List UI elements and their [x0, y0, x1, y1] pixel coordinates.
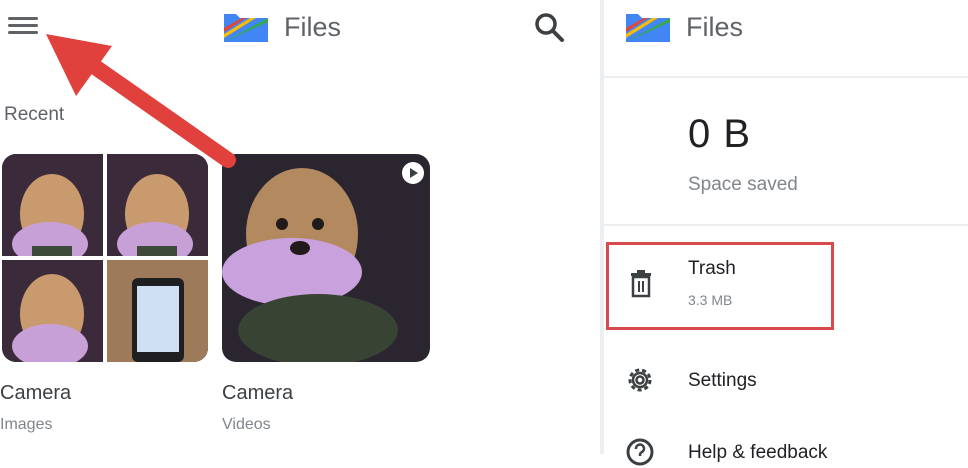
hamburger-menu-icon[interactable]	[8, 14, 38, 40]
card-title-camera-images: Camera	[0, 382, 72, 404]
space-saved-value: 0 B	[688, 112, 752, 156]
camera-images-thumbnail[interactable]	[2, 154, 208, 362]
card-subtitle-images: Images	[0, 416, 53, 433]
space-saved-label: Space saved	[688, 174, 798, 195]
help-icon	[624, 436, 656, 468]
video-play-icon	[402, 162, 424, 184]
drawer-app-title: Files	[686, 12, 744, 42]
search-icon[interactable]	[532, 10, 566, 44]
files-logo-icon	[222, 8, 270, 44]
settings-label: Settings	[688, 370, 757, 391]
trash-label: Trash	[688, 258, 736, 279]
gear-icon	[624, 364, 656, 396]
files-logo-icon	[624, 8, 672, 44]
card-subtitle-videos: Videos	[222, 416, 271, 433]
menu-item-trash[interactable]: Trash 3.3 MB	[604, 240, 968, 336]
drawer-divider-middle	[604, 224, 968, 226]
card-title-camera-videos: Camera	[222, 382, 294, 404]
menu-item-settings[interactable]: Settings	[604, 352, 968, 408]
camera-videos-thumbnail[interactable]	[222, 154, 430, 362]
section-label-recent: Recent	[4, 104, 65, 125]
menu-item-help-feedback[interactable]: Help & feedback	[604, 428, 968, 468]
app-title: Files	[284, 12, 342, 42]
navigation-drawer: Files 0 B Space saved Trash 3.3 MB Setti…	[604, 0, 968, 466]
help-feedback-label: Help & feedback	[688, 442, 828, 463]
trash-icon	[630, 270, 652, 298]
drawer-divider-top	[604, 76, 968, 78]
files-home-screen: Files Recent Camera Images Camera Videos	[0, 0, 600, 454]
trash-size: 3.3 MB	[688, 292, 733, 308]
